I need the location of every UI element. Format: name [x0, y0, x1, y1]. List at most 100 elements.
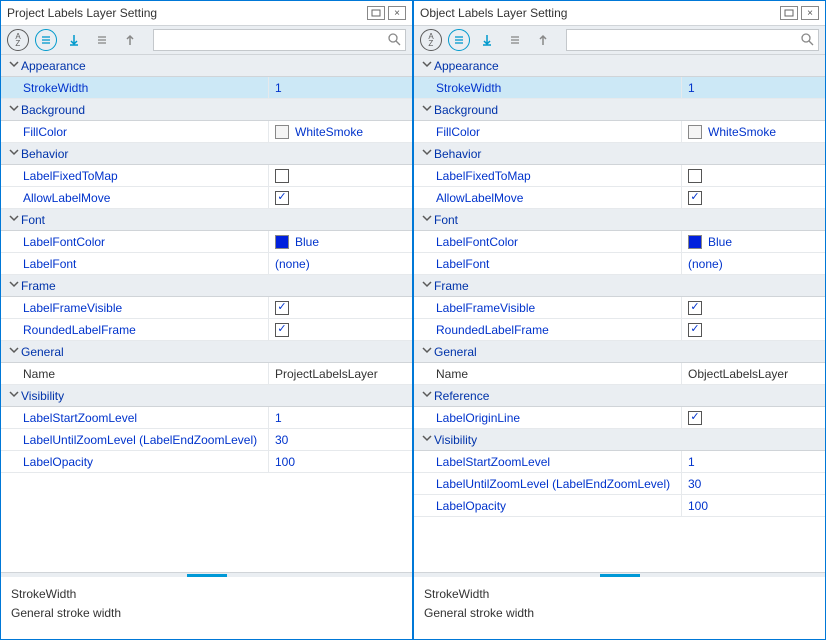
property-row[interactable]: LabelStartZoomLevel1 — [1, 407, 412, 429]
category-label: General — [21, 345, 64, 359]
property-row[interactable]: LabelFontColorBlue — [414, 231, 825, 253]
property-row[interactable]: LabelStartZoomLevel1 — [414, 451, 825, 473]
property-value[interactable]: ✓ — [682, 187, 825, 208]
property-row[interactable]: NameProjectLabelsLayer — [1, 363, 412, 385]
property-row[interactable]: StrokeWidth1 — [414, 77, 825, 99]
property-value[interactable]: 30 — [682, 473, 825, 494]
category-header[interactable]: Reference — [414, 385, 825, 407]
property-row[interactable]: LabelFixedToMap — [1, 165, 412, 187]
property-value[interactable]: 1 — [269, 77, 412, 98]
search-box[interactable] — [153, 29, 406, 51]
property-value[interactable]: 1 — [269, 407, 412, 428]
property-value[interactable]: 1 — [682, 77, 825, 98]
import-icon[interactable] — [63, 29, 85, 51]
property-row[interactable]: AllowLabelMove✓ — [414, 187, 825, 209]
checkbox[interactable] — [275, 169, 289, 183]
property-value[interactable]: 1 — [682, 451, 825, 472]
property-value[interactable]: (none) — [269, 253, 412, 274]
property-value[interactable]: 30 — [269, 429, 412, 450]
property-value[interactable]: 100 — [682, 495, 825, 516]
color-swatch[interactable] — [688, 125, 702, 139]
property-row[interactable]: FillColorWhiteSmoke — [414, 121, 825, 143]
property-value[interactable]: ✓ — [269, 187, 412, 208]
property-value[interactable]: ✓ — [269, 297, 412, 318]
property-value[interactable]: ObjectLabelsLayer — [682, 363, 825, 384]
checkbox[interactable]: ✓ — [688, 301, 702, 315]
close-button[interactable]: × — [801, 6, 819, 20]
minimize-button[interactable] — [367, 6, 385, 20]
export-icon[interactable] — [119, 29, 141, 51]
property-row[interactable]: LabelOriginLine ✓ — [414, 407, 825, 429]
property-row[interactable]: RoundedLabelFrame✓ — [414, 319, 825, 341]
category-header[interactable]: Visibility — [414, 429, 825, 451]
property-value[interactable]: ✓ — [269, 319, 412, 340]
category-header[interactable]: Frame — [1, 275, 412, 297]
category-header[interactable]: Background — [1, 99, 412, 121]
search-input[interactable] — [158, 33, 387, 47]
color-swatch[interactable] — [688, 235, 702, 249]
export-icon[interactable] — [532, 29, 554, 51]
checkbox[interactable]: ✓ — [275, 323, 289, 337]
checkbox[interactable]: ✓ — [275, 301, 289, 315]
category-header[interactable]: Appearance — [1, 55, 412, 77]
property-value[interactable]: WhiteSmoke — [682, 121, 825, 142]
property-row[interactable]: LabelFont(none) — [414, 253, 825, 275]
group-icon[interactable] — [448, 29, 470, 51]
minimize-button[interactable] — [780, 6, 798, 20]
property-row[interactable]: LabelUntilZoomLevel (LabelEndZoomLevel)3… — [1, 429, 412, 451]
checkbox[interactable]: ✓ — [688, 323, 702, 337]
toolbar: AZ — [414, 25, 825, 55]
category-header[interactable]: Frame — [414, 275, 825, 297]
property-value[interactable]: (none) — [682, 253, 825, 274]
property-row[interactable]: FillColorWhiteSmoke — [1, 121, 412, 143]
property-row[interactable]: LabelUntilZoomLevel (LabelEndZoomLevel)3… — [414, 473, 825, 495]
property-row[interactable]: LabelFrameVisible✓ — [414, 297, 825, 319]
property-value[interactable]: Blue — [269, 231, 412, 252]
category-header[interactable]: Font — [1, 209, 412, 231]
property-value[interactable]: ✓ — [682, 319, 825, 340]
property-row[interactable]: StrokeWidth1 — [1, 77, 412, 99]
property-value[interactable]: WhiteSmoke — [269, 121, 412, 142]
checkbox[interactable]: ✓ — [688, 411, 702, 425]
category-header[interactable]: Behavior — [1, 143, 412, 165]
category-header[interactable]: Visibility — [1, 385, 412, 407]
color-swatch[interactable] — [275, 125, 289, 139]
list-icon[interactable] — [91, 29, 113, 51]
property-row[interactable]: RoundedLabelFrame✓ — [1, 319, 412, 341]
chevron-down-icon — [420, 101, 434, 118]
search-input[interactable] — [571, 33, 800, 47]
category-header[interactable]: General — [414, 341, 825, 363]
property-row[interactable]: AllowLabelMove✓ — [1, 187, 412, 209]
property-row[interactable]: LabelOpacity100 — [1, 451, 412, 473]
property-value[interactable]: ProjectLabelsLayer — [269, 363, 412, 384]
color-swatch[interactable] — [275, 235, 289, 249]
property-value[interactable]: ✓ — [682, 407, 825, 428]
category-header[interactable]: Font — [414, 209, 825, 231]
search-box[interactable] — [566, 29, 819, 51]
sort-alpha-icon[interactable]: AZ — [420, 29, 442, 51]
list-icon[interactable] — [504, 29, 526, 51]
property-value[interactable] — [269, 165, 412, 186]
checkbox[interactable] — [688, 169, 702, 183]
property-name: LabelOriginLine — [414, 407, 682, 428]
sort-alpha-icon[interactable]: AZ — [7, 29, 29, 51]
category-header[interactable]: General — [1, 341, 412, 363]
checkbox[interactable]: ✓ — [275, 191, 289, 205]
property-value[interactable]: Blue — [682, 231, 825, 252]
property-value[interactable] — [682, 165, 825, 186]
category-header[interactable]: Appearance — [414, 55, 825, 77]
category-header[interactable]: Behavior — [414, 143, 825, 165]
checkbox[interactable]: ✓ — [688, 191, 702, 205]
property-row[interactable]: LabelFrameVisible✓ — [1, 297, 412, 319]
property-row[interactable]: LabelOpacity100 — [414, 495, 825, 517]
group-icon[interactable] — [35, 29, 57, 51]
close-button[interactable]: × — [388, 6, 406, 20]
property-row[interactable]: LabelFont(none) — [1, 253, 412, 275]
property-value[interactable]: ✓ — [682, 297, 825, 318]
property-value[interactable]: 100 — [269, 451, 412, 472]
property-row[interactable]: LabelFontColorBlue — [1, 231, 412, 253]
category-header[interactable]: Background — [414, 99, 825, 121]
property-row[interactable]: LabelFixedToMap — [414, 165, 825, 187]
property-row[interactable]: NameObjectLabelsLayer — [414, 363, 825, 385]
import-icon[interactable] — [476, 29, 498, 51]
